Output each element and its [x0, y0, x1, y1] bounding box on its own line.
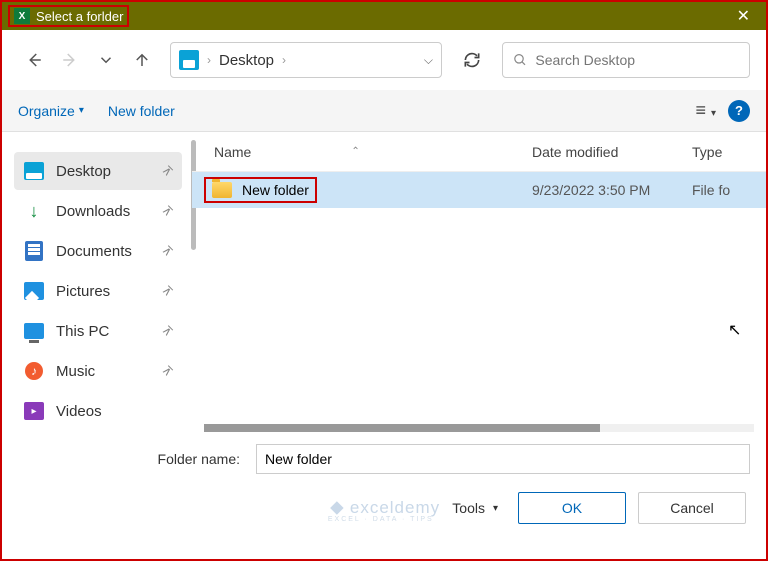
sidebar-item-documents[interactable]: Documents ⊼ [14, 232, 182, 270]
content-area: Desktop ⊼ ↓ Downloads ⊼ Documents ⊼ Pict… [2, 132, 766, 432]
desktop-icon [24, 162, 44, 180]
new-folder-button[interactable]: New folder [108, 103, 175, 119]
address-chevron-icon: › [207, 53, 211, 67]
organize-button[interactable]: Organize ▾ [18, 103, 84, 119]
view-options-button[interactable]: ≡ ▾ [695, 100, 716, 121]
forward-arrow-icon [61, 51, 79, 69]
sidebar-item-pictures[interactable]: Pictures ⊼ [14, 272, 182, 310]
music-icon: ♪ [25, 362, 43, 380]
pin-icon: ⊼ [160, 163, 176, 179]
pin-icon: ⊼ [160, 203, 176, 219]
forward-button[interactable] [54, 44, 86, 76]
sidebar-item-label: Music [56, 363, 95, 380]
sidebar-item-label: Pictures [56, 283, 110, 300]
chevron-down-icon: ▾ [493, 503, 498, 514]
footer: Folder name: exceldemy EXCEL · DATA · TI… [2, 432, 766, 540]
refresh-button[interactable] [454, 42, 490, 78]
up-button[interactable] [126, 44, 158, 76]
folder-name-input[interactable] [256, 444, 750, 474]
header-name[interactable]: Name ⌃ [192, 144, 532, 160]
file-name: New folder [242, 182, 309, 198]
refresh-icon [462, 50, 482, 70]
window-title: Select a forlder [36, 9, 123, 24]
folder-icon [212, 182, 232, 198]
up-arrow-icon [133, 51, 151, 69]
file-list: Name ⌃ Date modified Type New folder 9/2… [192, 132, 766, 432]
watermark-icon [328, 499, 346, 517]
sidebar-item-videos[interactable]: ▸ Videos [14, 392, 182, 430]
horizontal-scrollbar[interactable] [204, 424, 754, 432]
file-type: File fo [692, 182, 766, 198]
document-icon [25, 241, 43, 261]
navigation-bar: › Desktop › ⌵ [2, 30, 766, 90]
sidebar-item-music[interactable]: ♪ Music ⊼ [14, 352, 182, 390]
address-bar[interactable]: › Desktop › ⌵ [170, 42, 442, 78]
pin-icon: ⊼ [160, 243, 176, 259]
header-date[interactable]: Date modified [532, 144, 692, 160]
address-chevron-icon: › [282, 53, 286, 67]
chevron-down-icon [97, 51, 115, 69]
dialog-window: X Select a forlder ✕ › Desktop › ⌵ [2, 2, 766, 559]
sidebar-item-label: Videos [56, 403, 102, 420]
organize-label: Organize [18, 103, 75, 119]
search-box[interactable] [502, 42, 750, 78]
chevron-down-icon: ▾ [79, 105, 84, 116]
watermark: exceldemy EXCEL · DATA · TIPS [328, 498, 440, 518]
address-dropdown-icon[interactable]: ⌵ [424, 53, 433, 68]
column-headers: Name ⌃ Date modified Type [192, 132, 766, 172]
ok-button[interactable]: OK [518, 492, 626, 524]
tools-button[interactable]: Tools ▾ [444, 500, 506, 516]
sidebar-item-thispc[interactable]: This PC ⊼ [14, 312, 182, 350]
pictures-icon [24, 282, 44, 300]
pc-icon [24, 323, 44, 339]
help-button[interactable]: ? [728, 100, 750, 122]
download-icon: ↓ [30, 201, 39, 222]
scrollbar-thumb[interactable] [204, 424, 600, 432]
search-icon [513, 52, 527, 68]
title-highlight: X Select a forlder [8, 5, 129, 27]
file-date: 9/23/2022 3:50 PM [532, 182, 692, 198]
search-input[interactable] [535, 52, 739, 68]
sidebar-item-desktop[interactable]: Desktop ⊼ [14, 152, 182, 190]
pin-icon: ⊼ [160, 323, 176, 339]
file-row[interactable]: New folder 9/23/2022 3:50 PM File fo [192, 172, 766, 208]
sidebar-item-label: Downloads [56, 203, 130, 220]
pin-icon: ⊼ [160, 363, 176, 379]
desktop-icon [179, 50, 199, 70]
sidebar-item-label: Documents [56, 243, 132, 260]
command-bar: Organize ▾ New folder ≡ ▾ ? [2, 90, 766, 132]
sidebar-item-label: This PC [56, 323, 109, 340]
folder-name-label: Folder name: [18, 451, 248, 467]
history-dropdown[interactable] [90, 44, 122, 76]
address-location: Desktop [219, 52, 274, 69]
video-icon: ▸ [24, 402, 44, 420]
close-button[interactable]: ✕ [729, 6, 758, 26]
sidebar-item-label: Desktop [56, 163, 111, 180]
folder-highlight: New folder [204, 177, 317, 203]
header-type[interactable]: Type [692, 144, 766, 160]
navigation-pane: Desktop ⊼ ↓ Downloads ⊼ Documents ⊼ Pict… [2, 132, 192, 432]
pin-icon: ⊼ [160, 283, 176, 299]
new-folder-label: New folder [108, 103, 175, 119]
back-arrow-icon [25, 51, 43, 69]
back-button[interactable] [18, 44, 50, 76]
titlebar: X Select a forlder ✕ [2, 2, 766, 30]
excel-icon: X [14, 8, 30, 24]
cancel-button[interactable]: Cancel [638, 492, 746, 524]
sort-indicator-icon: ⌃ [351, 146, 359, 157]
sidebar-item-downloads[interactable]: ↓ Downloads ⊼ [14, 192, 182, 230]
